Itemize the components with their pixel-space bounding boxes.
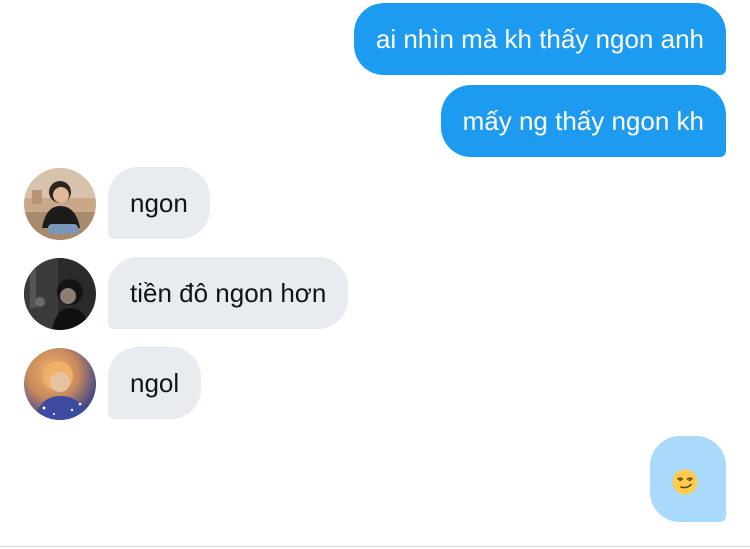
user-avatar[interactable] [24, 348, 96, 420]
user-avatar[interactable] [24, 258, 96, 330]
user-avatar[interactable] [24, 168, 96, 240]
outgoing-emoji-bubble[interactable] [650, 436, 726, 522]
avatar-photo-user-1 [24, 168, 96, 240]
outgoing-message-bubble[interactable]: ai nhìn mà kh thấy ngon anh [353, 3, 726, 75]
avatar-photo-user-3 [24, 348, 96, 420]
outgoing-message-bubble[interactable]: mấy ng thấy ngon kh [440, 85, 726, 157]
chat-conversation: ai nhìn mà kh thấy ngon anh mấy ng thấy … [0, 0, 750, 549]
incoming-message-bubble[interactable]: ngon [108, 167, 210, 239]
smirking-face-icon [672, 469, 698, 495]
divider [0, 546, 750, 547]
incoming-message-bubble[interactable]: tiền đô ngon hơn [108, 257, 349, 329]
avatar-photo-user-2 [24, 258, 96, 330]
incoming-message-bubble[interactable]: ngol [108, 347, 202, 419]
